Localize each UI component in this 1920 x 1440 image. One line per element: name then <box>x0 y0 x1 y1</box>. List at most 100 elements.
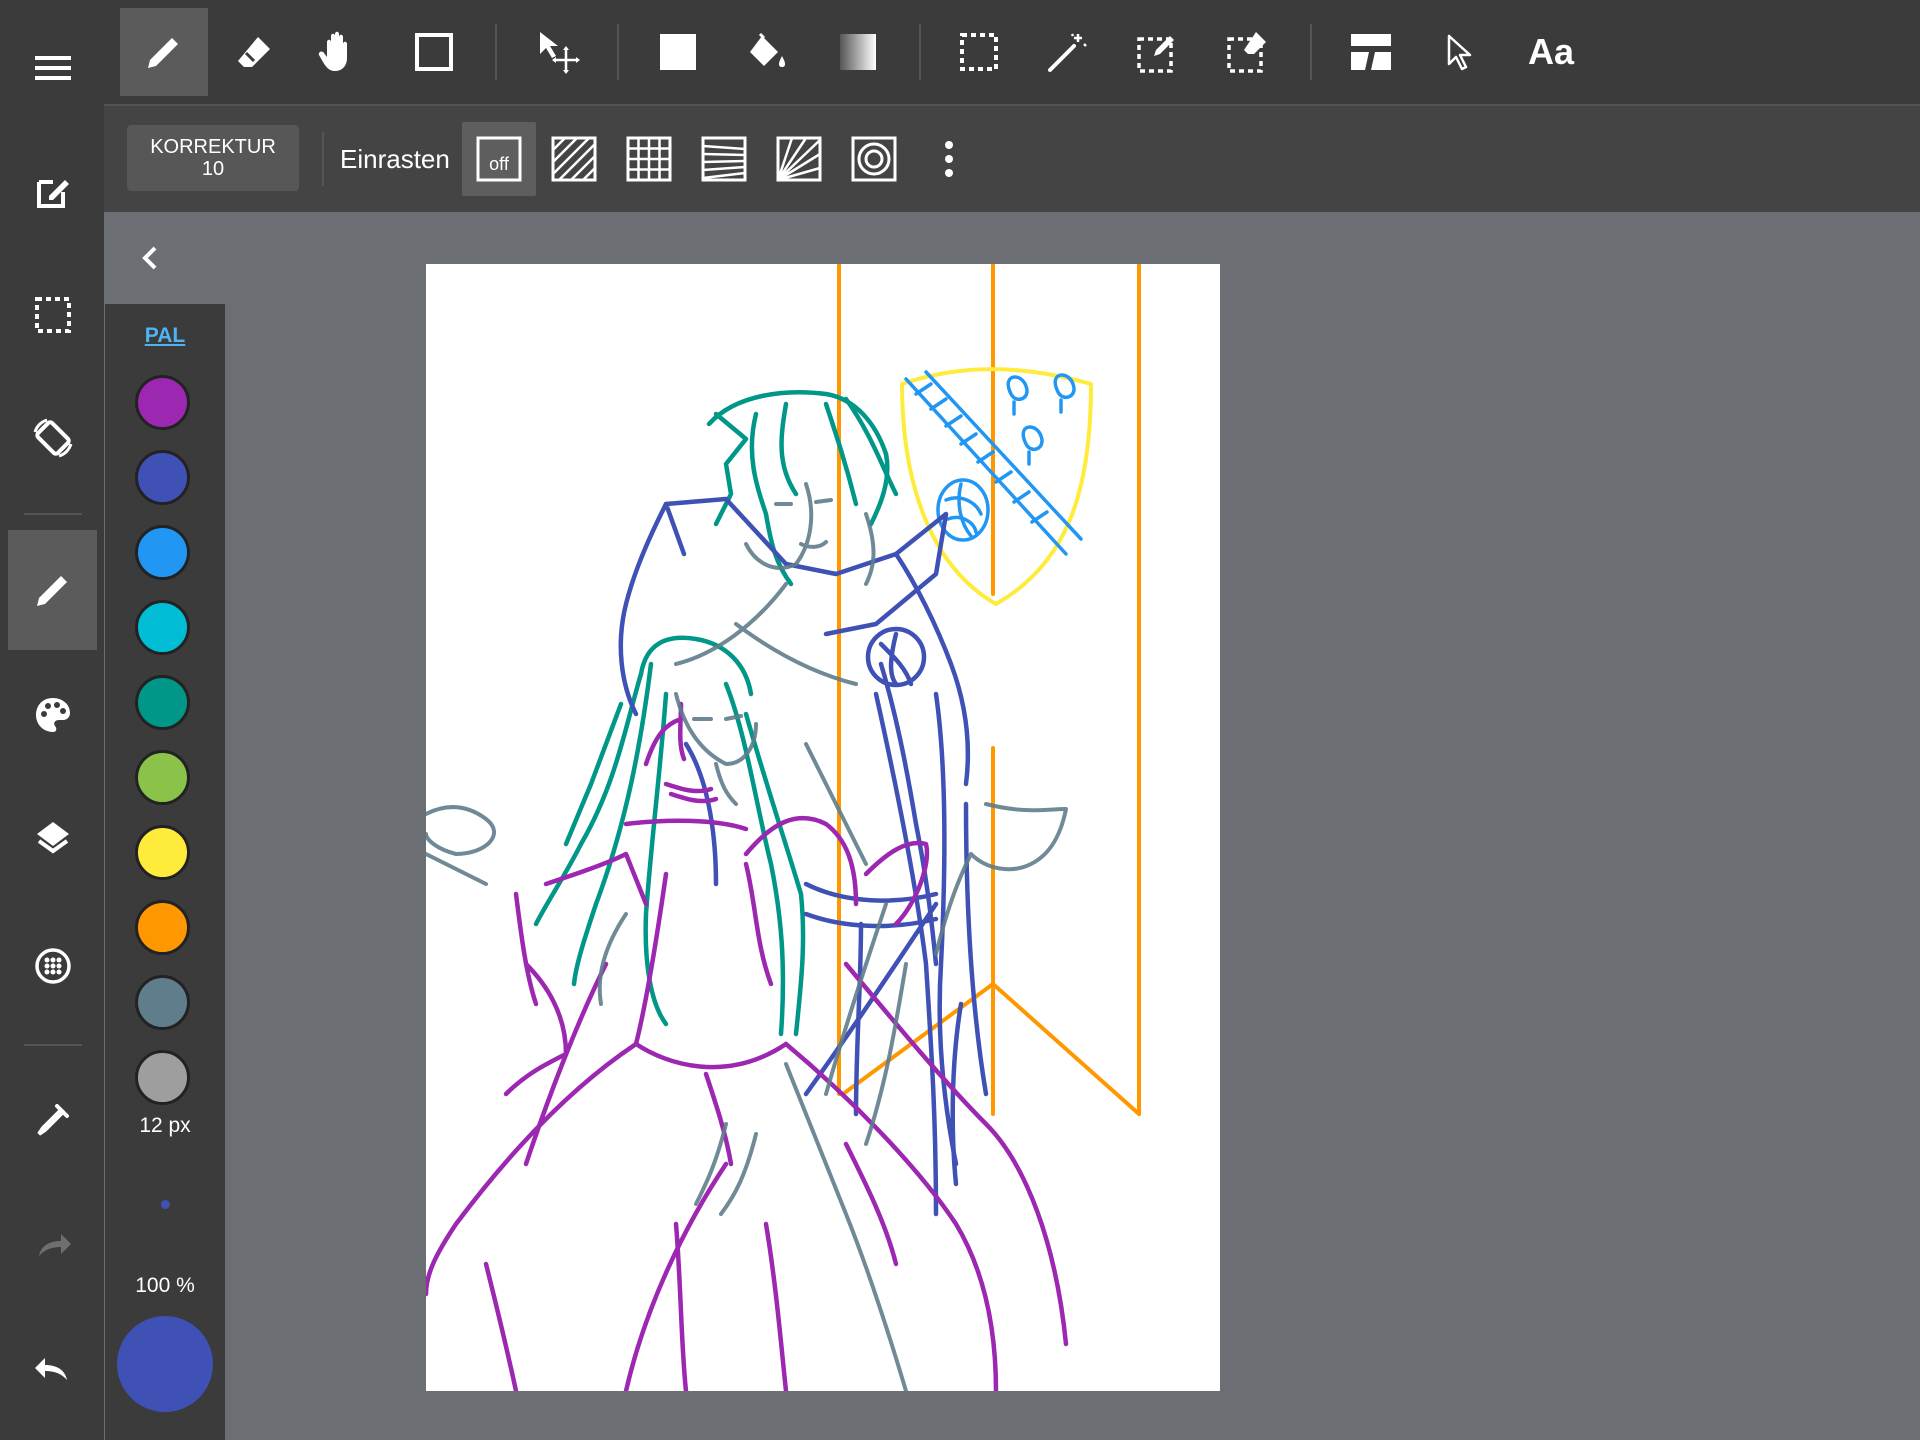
redo-icon <box>38 1234 71 1256</box>
operation-icon <box>1447 34 1472 71</box>
snap-grid-button[interactable] <box>612 122 686 196</box>
material-icon <box>34 948 71 984</box>
frame-divider-tool-button[interactable] <box>1327 8 1415 96</box>
toolbar-divider <box>495 24 497 80</box>
palette-tab[interactable]: PAL <box>105 324 225 348</box>
vanishing-line-icon <box>701 136 747 182</box>
undo-icon <box>34 1358 67 1380</box>
correction-button[interactable]: KORREKTUR 10 <box>127 125 299 191</box>
canvas-edit-button[interactable] <box>8 132 97 252</box>
tool-toolbar: Aa <box>104 0 1920 104</box>
collapse-palette-button[interactable] <box>130 238 170 278</box>
brush-options-bar: KORREKTUR 10 Einrasten off <box>104 106 1920 212</box>
color-swatch[interactable] <box>135 975 190 1030</box>
hand-icon <box>318 31 347 71</box>
color-swatch[interactable] <box>135 600 190 655</box>
text-icon: Aa <box>1527 31 1575 72</box>
parallel-line-icon <box>551 136 597 182</box>
toolbar-divider <box>919 24 921 80</box>
color-swatch[interactable] <box>135 750 190 805</box>
snap-off-text: off <box>489 154 510 174</box>
menu-icon <box>34 56 71 80</box>
snap-label: Einrasten <box>340 144 450 174</box>
layers-button[interactable] <box>8 778 97 898</box>
pen-icon <box>148 38 178 68</box>
grid-icon <box>626 136 672 182</box>
opacity-label[interactable]: 100 % <box>105 1274 225 1298</box>
select-rect-icon <box>960 33 998 71</box>
redo-button[interactable] <box>8 1186 97 1306</box>
select-eraser-tool-button[interactable] <box>1204 8 1292 96</box>
select-eraser-icon <box>1227 32 1266 73</box>
magic-wand-tool-button[interactable] <box>1024 8 1112 96</box>
bucket-tool-button[interactable] <box>724 8 812 96</box>
selection-icon <box>34 297 71 333</box>
eraser-tool-button[interactable] <box>210 8 298 96</box>
eyedropper-button[interactable] <box>8 1060 97 1180</box>
correction-label: KORREKTUR <box>150 136 276 158</box>
drawing-canvas[interactable] <box>426 264 1220 1391</box>
bucket-icon <box>750 32 785 67</box>
color-swatch[interactable] <box>135 825 190 880</box>
snap-off-button[interactable]: off <box>462 122 536 196</box>
chevron-left-icon <box>142 246 157 270</box>
left-sidebar <box>0 0 104 1440</box>
fill-rect-icon <box>660 34 696 70</box>
snap-radial-button[interactable] <box>762 122 836 196</box>
sidebar-divider <box>24 513 82 515</box>
move-icon <box>540 32 580 74</box>
undo-button[interactable] <box>8 1310 97 1430</box>
frame-divider-icon <box>1351 34 1391 70</box>
select-pen-tool-button[interactable] <box>1114 8 1202 96</box>
select-rect-tool-button[interactable] <box>935 8 1023 96</box>
coat-of-arms <box>900 367 1093 606</box>
brush-button[interactable] <box>8 530 97 650</box>
brush-size-preview <box>161 1200 170 1209</box>
text-tool-button[interactable]: Aa <box>1507 8 1595 96</box>
color-palette-panel: PAL 12 px 100 % <box>105 304 225 1440</box>
menu-button[interactable] <box>8 8 97 128</box>
hand-tool-button[interactable] <box>295 8 383 96</box>
shape-tool-button[interactable] <box>390 8 478 96</box>
more-options-button[interactable] <box>912 122 986 196</box>
more-icon <box>945 141 953 177</box>
layers-icon <box>36 822 69 854</box>
color-swatch[interactable] <box>135 525 190 580</box>
material-button[interactable] <box>8 906 97 1026</box>
subbar-divider <box>322 132 324 186</box>
magic-wand-icon <box>1048 33 1087 72</box>
color-swatch[interactable] <box>135 675 190 730</box>
figure-hair <box>533 390 899 1037</box>
color-swatch[interactable] <box>135 375 190 430</box>
pen-tool-button[interactable] <box>120 8 208 96</box>
color-swatch[interactable] <box>135 450 190 505</box>
eraser-icon <box>238 37 270 67</box>
color-button[interactable] <box>8 655 97 775</box>
snap-concentric-button[interactable] <box>837 122 911 196</box>
rotate-screen-button[interactable] <box>8 378 97 498</box>
color-swatch[interactable] <box>135 1050 190 1105</box>
palette-icon <box>35 698 70 732</box>
pen-icon <box>36 576 67 606</box>
snap-off-icon: off <box>476 136 522 182</box>
correction-value: 10 <box>201 158 225 180</box>
toolbar-divider <box>1310 24 1312 80</box>
move-tool-button[interactable] <box>514 8 602 96</box>
snap-parallel-button[interactable] <box>537 122 611 196</box>
operation-tool-button[interactable] <box>1417 8 1505 96</box>
selection-menu-button[interactable] <box>8 255 97 375</box>
concentric-circle-icon <box>851 136 897 182</box>
fill-rect-tool-button[interactable] <box>634 8 722 96</box>
snap-vanishing-button[interactable] <box>687 122 761 196</box>
color-swatch[interactable] <box>135 900 190 955</box>
radial-line-icon <box>776 136 822 182</box>
eyedropper-icon <box>36 1104 69 1136</box>
gradient-tool-button[interactable] <box>814 8 902 96</box>
figure-dress <box>426 701 1069 1391</box>
gradient-icon <box>840 34 876 70</box>
current-color-button[interactable] <box>117 1316 213 1412</box>
toolbar-divider <box>617 24 619 80</box>
artwork-sketch <box>426 264 1141 1391</box>
brush-size-label[interactable]: 12 px <box>105 1114 225 1138</box>
banner-lines <box>837 264 1141 1116</box>
